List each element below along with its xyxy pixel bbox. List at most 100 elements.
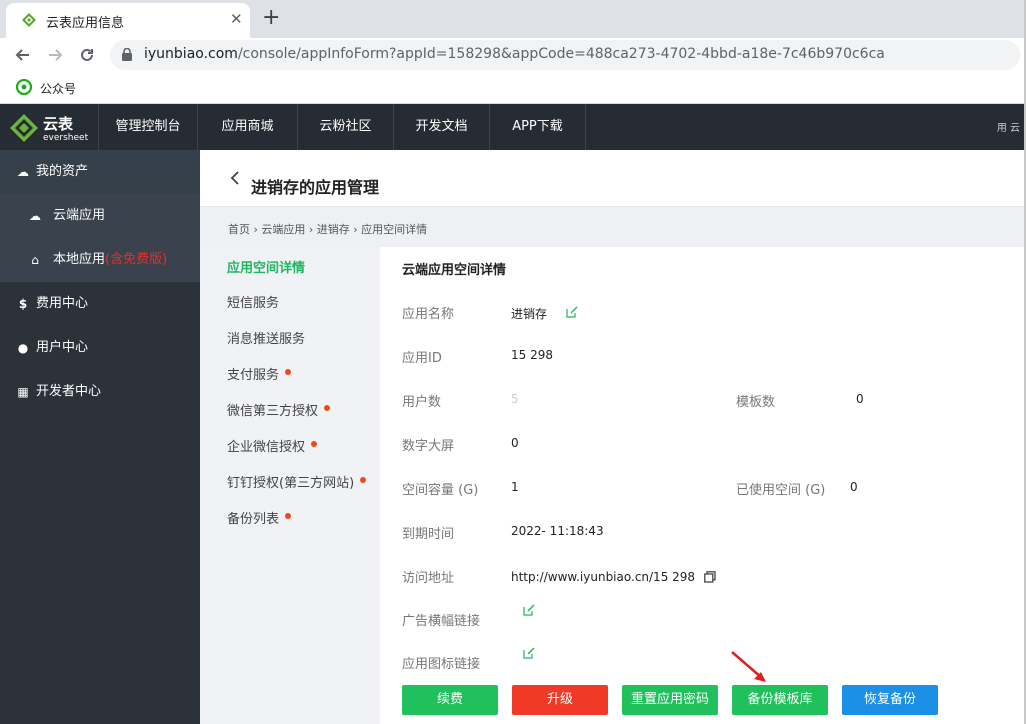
status-dot	[311, 441, 318, 447]
used-space-value: 0	[850, 480, 858, 494]
menu-item-space-detail[interactable]: 应用空间详情	[227, 257, 305, 276]
status-dot	[360, 477, 367, 483]
menu-label: 支付服务	[227, 368, 280, 383]
status-dot	[285, 369, 292, 375]
sidebar-item-cloud-app[interactable]: ☁ 云端应用	[0, 194, 200, 238]
backup-template-button[interactable]: 备份模板库	[732, 685, 828, 715]
page-title-bar: 进销存的应用管理	[200, 150, 1024, 207]
sidebar-user-label: 用户中心	[36, 340, 89, 355]
status-dot	[324, 405, 331, 411]
nav-app-download[interactable]: APP下载	[490, 104, 586, 150]
bookmark-gongzhonghao[interactable]: 公众号	[40, 80, 76, 97]
expire-time-label: 到期时间	[402, 527, 455, 542]
menu-label: 消息推送服务	[227, 332, 306, 347]
url-omnibox[interactable]: iyunbiao.com/console/appInfoForm?appId=1…	[110, 40, 1020, 70]
banner-link-label: 广告横幅链接	[402, 614, 481, 629]
header-user-area[interactable]: 用 云	[997, 119, 1020, 134]
nav-app-store[interactable]: 应用商城	[198, 104, 298, 150]
menu-label: 备份列表	[227, 512, 280, 527]
tab-title: 云表应用信息	[46, 16, 125, 31]
wechat-official-account-icon	[16, 79, 32, 95]
copy-icon[interactable]	[704, 571, 716, 583]
page-title: 进销存的应用管理	[251, 178, 380, 197]
menu-item-payment[interactable]: 支付服务	[227, 364, 292, 383]
menu-item-wechat-auth[interactable]: 微信第三方授权	[227, 400, 331, 419]
edit-icon[interactable]	[523, 647, 535, 659]
nav-docs[interactable]: 开发文档	[394, 104, 490, 150]
menu-item-backup-list[interactable]: 备份列表	[227, 508, 292, 527]
lock-icon	[122, 48, 132, 61]
edit-icon[interactable]	[566, 306, 578, 318]
url-text: iyunbiao.com/console/appInfoForm?appId=1…	[144, 46, 885, 62]
sidebar-my-assets[interactable]: ☁ 我的资产	[0, 150, 200, 194]
sidebar-developer-label: 开发者中心	[36, 384, 102, 399]
space-capacity-value: 1	[511, 480, 519, 494]
space-capacity-label: 空间容量 (G)	[402, 483, 479, 498]
forward-arrow-icon[interactable]	[46, 46, 64, 64]
menu-item-sms[interactable]: 短信服务	[227, 292, 279, 311]
address-bar-row: iyunbiao.com/console/appInfoForm?appId=1…	[0, 38, 1026, 72]
menu-item-push[interactable]: 消息推送服务	[227, 328, 305, 347]
back-chevron-icon[interactable]	[230, 170, 240, 186]
used-space-label: 已使用空间 (G)	[736, 483, 826, 498]
status-dot	[285, 513, 292, 519]
menu-label: 应用空间详情	[227, 261, 306, 276]
back-arrow-icon[interactable]	[14, 46, 32, 64]
menu-label: 微信第三方授权	[227, 404, 319, 419]
detail-title: 云端应用空间详情	[402, 263, 507, 278]
tab-close-icon[interactable]: ✕	[230, 10, 243, 28]
breadcrumb[interactable]: 首页 › 云端应用 › 进销存 › 应用空间详情	[228, 221, 427, 237]
yunbiao-favicon-icon	[22, 13, 36, 27]
sidebar-cloud-app-label: 云端应用	[53, 208, 106, 223]
nav-community[interactable]: 云粉社区	[298, 104, 394, 150]
big-screen-value: 0	[511, 436, 519, 450]
logo-diamond-icon	[10, 114, 38, 142]
home-icon: ⌂	[31, 253, 39, 267]
service-menu: 应用空间详情 短信服务 消息推送服务 支付服务 微信第三方授权 企业微信授权 钉…	[200, 247, 380, 724]
upgrade-button[interactable]: 升级	[512, 685, 608, 715]
app-id-label: 应用ID	[402, 351, 442, 366]
menu-item-wework-auth[interactable]: 企业微信授权	[227, 436, 318, 455]
red-pointer-arrow-icon	[731, 651, 766, 682]
eversheet-logo[interactable]: 云表 eversheet	[10, 111, 90, 145]
breadcrumb-bar: 首页 › 云端应用 › 进销存 › 应用空间详情	[200, 207, 1024, 247]
sidebar-item-local-app[interactable]: ⌂ 本地应用(含免费版)	[0, 238, 200, 282]
template-count-value: 0	[856, 392, 864, 406]
browser-tab-bar: 云表应用信息 ✕ +	[0, 0, 1026, 38]
logo-text: 云表	[43, 115, 74, 133]
sidebar-finance-label: 费用中心	[36, 296, 89, 311]
menu-label: 钉钉授权(第三方网站)	[227, 476, 355, 491]
url-host: iyunbiao.com	[144, 46, 238, 62]
left-sidebar: ☁ 我的资产 ☁ 云端应用 ⌂ 本地应用(含免费版) $ 费用中心 ● 用户中心…	[0, 150, 200, 724]
user-count-value: 5	[511, 392, 519, 406]
menu-label: 短信服务	[227, 296, 280, 311]
sidebar-my-assets-label: 我的资产	[36, 164, 89, 179]
renew-button[interactable]: 续费	[402, 685, 498, 715]
browser-tab[interactable]: 云表应用信息 ✕	[6, 3, 250, 38]
edit-icon[interactable]	[523, 604, 535, 616]
space-detail-panel: 云端应用空间详情 应用名称 进销存 应用ID 15 298 用户数 5 模板数 …	[380, 247, 1024, 724]
gift-icon: ▦	[17, 385, 29, 399]
local-app-text: 本地应用	[53, 252, 106, 267]
cloud-icon: ☁	[29, 209, 41, 223]
restore-backup-button[interactable]: 恢复备份	[842, 685, 938, 715]
app-id-value: 15 298	[511, 348, 553, 362]
access-url-label: 访问地址	[402, 571, 455, 586]
new-tab-button[interactable]: +	[262, 5, 280, 30]
main-content: 进销存的应用管理 首页 › 云端应用 › 进销存 › 应用空间详情 应用空间详情…	[200, 150, 1024, 724]
menu-item-dingtalk-auth[interactable]: 钉钉授权(第三方网站)	[227, 472, 367, 491]
user-count-label: 用户数	[402, 395, 442, 410]
user-icon: ●	[17, 341, 29, 355]
cloud-icon: ☁	[17, 165, 29, 179]
reload-icon[interactable]	[78, 46, 96, 64]
nav-console[interactable]: 管理控制台	[98, 104, 198, 150]
free-edition-tag: (含免费版)	[105, 252, 168, 267]
template-count-label: 模板数	[736, 395, 776, 410]
reset-password-button[interactable]: 重置应用密码	[622, 685, 718, 715]
menu-label: 企业微信授权	[227, 440, 306, 455]
dollar-icon: $	[18, 297, 28, 311]
access-url-value: http://www.iyunbiao.cn/15 298	[511, 570, 696, 584]
big-screen-label: 数字大屏	[402, 439, 455, 454]
app-name-value: 进销存	[511, 307, 548, 321]
sidebar-sub-menu: ☁ 云端应用 ⌂ 本地应用(含免费版)	[0, 194, 200, 282]
